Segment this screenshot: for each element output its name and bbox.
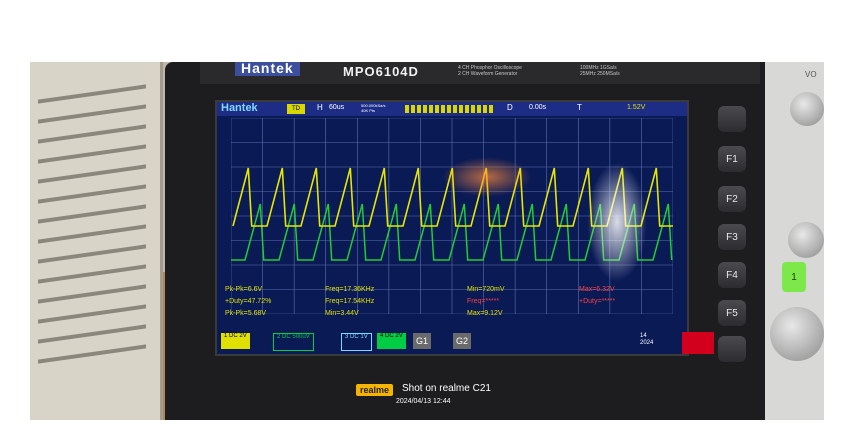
- f2-button[interactable]: F2: [718, 186, 746, 212]
- measurement: Min=3.44V: [325, 310, 359, 317]
- measurement: Pk-Pk=5.68V: [225, 310, 267, 317]
- model-label: MPO6104D: [343, 64, 419, 79]
- measurement: Freq=17.54KHz: [325, 298, 375, 305]
- channel-2-badge[interactable]: 2 DC 500uV: [273, 333, 314, 351]
- memory-bar: [405, 105, 495, 113]
- photo-frame: Hantek MPO6104D 4 CH Phosphor Oscillosco…: [30, 62, 824, 420]
- light-reflection: [442, 157, 532, 197]
- spec-text-right: 100MHz 1GSa/s 25MHz 250MSa/s: [580, 65, 620, 77]
- spec-text-left: 4 CH Phosphor Oscilloscope 2 CH Waveform…: [458, 65, 522, 77]
- trigger-level: 1.52V: [627, 104, 646, 111]
- knob-top[interactable]: [790, 92, 824, 126]
- measurement: Max=6.32V: [579, 286, 615, 293]
- timebase-value: 60us: [329, 104, 345, 111]
- f3-button[interactable]: F3: [718, 224, 746, 250]
- oscilloscope-screen: Hantek TD H 60us 500.000kSa/s 40K Pts D …: [215, 100, 689, 356]
- sample-rate: 500.000kSa/s 40K Pts: [361, 103, 386, 113]
- glare: [587, 162, 647, 282]
- screen-brand: Hantek: [221, 102, 258, 114]
- f1-button[interactable]: F1: [718, 146, 746, 172]
- down-button[interactable]: [718, 336, 746, 362]
- measurement: Max=9.12V: [467, 310, 503, 317]
- measurement: +Duty=*****: [579, 298, 616, 305]
- watermark-badge: realme: [356, 384, 394, 396]
- trigger-label: T: [577, 103, 582, 112]
- delay-label: D: [507, 103, 513, 112]
- measurement: Freq=*****: [467, 298, 500, 305]
- timebase-label: H: [317, 103, 323, 112]
- delay-value: 0.00s: [529, 104, 547, 111]
- channel-1-button[interactable]: 1: [782, 262, 806, 292]
- trigger-state: TD: [287, 104, 305, 114]
- channel-4-badge[interactable]: 4 DC 2V: [377, 333, 406, 349]
- menu-button[interactable]: [718, 106, 746, 132]
- watermark-text: Shot on realme C21: [402, 383, 491, 394]
- generator-1[interactable]: G1: [413, 333, 432, 349]
- power-supply-unit: [30, 62, 163, 420]
- measurement: Freq=17.36KHz: [325, 286, 375, 293]
- red-sticker: [682, 332, 714, 354]
- watermark-datetime: 2024/04/13 12:44: [396, 398, 451, 405]
- measurement: Min=720mV: [467, 286, 505, 293]
- knob-bottom[interactable]: [770, 307, 824, 361]
- brand-logo: Hantek: [235, 62, 300, 76]
- f4-button[interactable]: F4: [718, 262, 746, 288]
- knob-mid[interactable]: [788, 222, 824, 258]
- panel-label: VO: [805, 70, 817, 79]
- generator-2[interactable]: G2: [453, 333, 472, 349]
- measurement: +Duty=47.72%: [225, 298, 272, 305]
- channel-3-badge[interactable]: 3 DC 1V: [341, 333, 372, 351]
- channel-strip: 1 DC 2V 2 DC 500uV 3 DC 1V 4 DC 2V G1 G2…: [217, 331, 687, 353]
- measurement: Pk-Pk=6.6V: [225, 286, 263, 293]
- f5-button[interactable]: F5: [718, 300, 746, 326]
- channel-1-badge[interactable]: 1 DC 2V: [221, 333, 250, 349]
- date-display: 14 2024: [640, 333, 654, 346]
- screen-top-bar: Hantek TD H 60us 500.000kSa/s 40K Pts D …: [217, 102, 687, 116]
